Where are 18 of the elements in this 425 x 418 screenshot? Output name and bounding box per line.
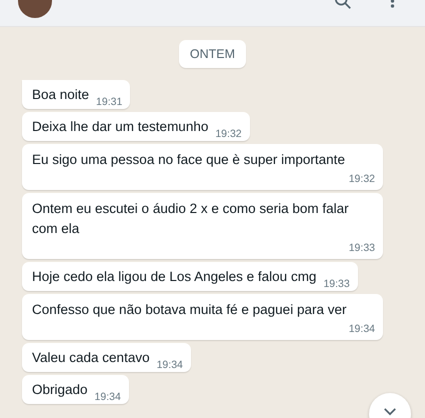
message-time: 19:33: [323, 278, 350, 290]
message-text: Hoje cedo ela ligou de Los Angeles e falou cmg: [32, 268, 316, 286]
message-time: 19:34: [348, 323, 375, 335]
message-time: 19:34: [156, 359, 183, 371]
message-text: Deixa lhe dar um testemunho: [32, 118, 208, 136]
message-text: Obrigado: [32, 381, 88, 399]
message-text: Confesso que não botava muita fé e paguei para ver: [32, 301, 348, 319]
message-time: 19:32: [215, 128, 242, 140]
message-text: Valeu cada centavo: [32, 349, 150, 367]
chevron-down-icon: [383, 407, 397, 416]
message-time: 19:31: [96, 96, 122, 108]
message-text: Eu sigo uma pessoa no face que è super importante: [32, 151, 346, 169]
date-chip: ONTEM: [178, 40, 246, 68]
message-text: Boa noite: [32, 86, 90, 104]
message-time: 19:33: [348, 242, 375, 254]
message-time: 19:34: [94, 391, 121, 403]
message-time: 19:32: [348, 173, 375, 185]
message-text: Ontem eu escutei o áudio 2 x e como seria bom falar com ela: [32, 200, 350, 238]
